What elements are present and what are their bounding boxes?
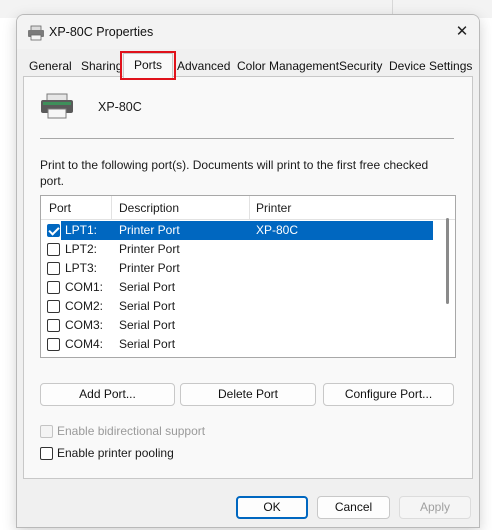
window-title: XP-80C Properties <box>49 25 154 39</box>
tab-advanced[interactable]: Advanced <box>173 57 234 77</box>
column-divider <box>111 196 112 220</box>
ok-button[interactable]: OK <box>236 496 308 519</box>
delete-port-button[interactable]: Delete Port <box>180 383 316 406</box>
port-row[interactable]: COM1: Serial Port <box>41 278 433 297</box>
port-name-cell: COM4: <box>65 337 104 351</box>
cancel-button[interactable]: Cancel <box>317 496 390 519</box>
title-bar: XP-80C Properties ✕ <box>17 15 479 49</box>
apply-button[interactable]: Apply <box>399 496 471 519</box>
scrollbar[interactable] <box>446 218 449 304</box>
port-description-cell: Serial Port <box>119 337 176 351</box>
tab-ports[interactable]: Ports <box>123 53 173 78</box>
port-name-cell: LPT1: <box>65 223 98 237</box>
port-name-cell: COM1: <box>65 280 104 294</box>
port-checkbox[interactable] <box>47 224 60 237</box>
port-checkbox[interactable] <box>47 262 60 275</box>
ports-description: Print to the following port(s). Document… <box>40 158 429 188</box>
port-checkbox[interactable] <box>47 300 60 313</box>
port-printer-cell: XP-80C <box>256 223 299 237</box>
port-name-cell: LPT3: <box>65 261 98 275</box>
port-checkbox[interactable] <box>47 243 60 256</box>
selection-highlight <box>61 221 433 240</box>
port-checkbox[interactable] <box>47 281 60 294</box>
port-description-cell: Serial Port <box>119 299 176 313</box>
port-row[interactable]: COM2: Serial Port <box>41 297 433 316</box>
printer-name: XP-80C <box>98 100 142 114</box>
close-button[interactable]: ✕ <box>451 21 473 43</box>
port-checkbox[interactable] <box>47 319 60 332</box>
tab-sharing[interactable]: Sharing <box>77 57 126 77</box>
column-divider <box>249 196 250 220</box>
tab-security[interactable]: Security <box>335 57 386 77</box>
port-description-cell: Printer Port <box>119 223 180 237</box>
port-row[interactable]: COM4: Serial Port <box>41 335 433 354</box>
column-header-port[interactable]: Port <box>49 201 71 215</box>
printer-title-icon <box>28 25 44 41</box>
port-description-cell: Printer Port <box>119 261 180 275</box>
port-description-cell: Serial Port <box>119 280 176 294</box>
port-description-cell: Printer Port <box>119 242 180 256</box>
column-header-printer[interactable]: Printer <box>256 201 291 215</box>
ports-tab-panel: XP-80C Print to the following port(s). D… <box>23 76 473 479</box>
port-name-cell: COM2: <box>65 299 104 313</box>
tab-device-settings[interactable]: Device Settings <box>385 57 476 77</box>
properties-dialog: XP-80C Properties ✕ General Sharing Port… <box>16 14 480 528</box>
ports-list-header: Port Description Printer <box>41 196 455 220</box>
tab-strip: General Sharing Ports Advanced Color Man… <box>23 51 476 80</box>
bidirectional-label: Enable bidirectional support <box>57 424 206 438</box>
configure-port-button[interactable]: Configure Port... <box>323 383 454 406</box>
column-header-description[interactable]: Description <box>119 201 179 215</box>
port-row[interactable]: LPT1: Printer Port XP-80C <box>41 221 433 240</box>
printer-pooling-checkbox[interactable] <box>40 447 53 460</box>
port-name-cell: LPT2: <box>65 242 98 256</box>
port-checkbox[interactable] <box>47 338 60 351</box>
divider <box>40 138 454 139</box>
tab-general[interactable]: General <box>25 57 76 77</box>
port-description-cell: Serial Port <box>119 318 176 332</box>
port-row[interactable]: COM3: Serial Port <box>41 316 433 335</box>
tab-color-management[interactable]: Color Management <box>233 57 343 77</box>
bidirectional-checkbox[interactable] <box>40 425 53 438</box>
add-port-button[interactable]: Add Port... <box>40 383 175 406</box>
printer-pooling-label: Enable printer pooling <box>57 446 174 460</box>
port-name-cell: COM3: <box>65 318 104 332</box>
port-row[interactable]: LPT3: Printer Port <box>41 259 433 278</box>
ports-list[interactable]: Port Description Printer LPT1: Printer Po… <box>40 195 456 358</box>
printer-icon <box>41 93 73 119</box>
port-row[interactable]: LPT2: Printer Port <box>41 240 433 259</box>
